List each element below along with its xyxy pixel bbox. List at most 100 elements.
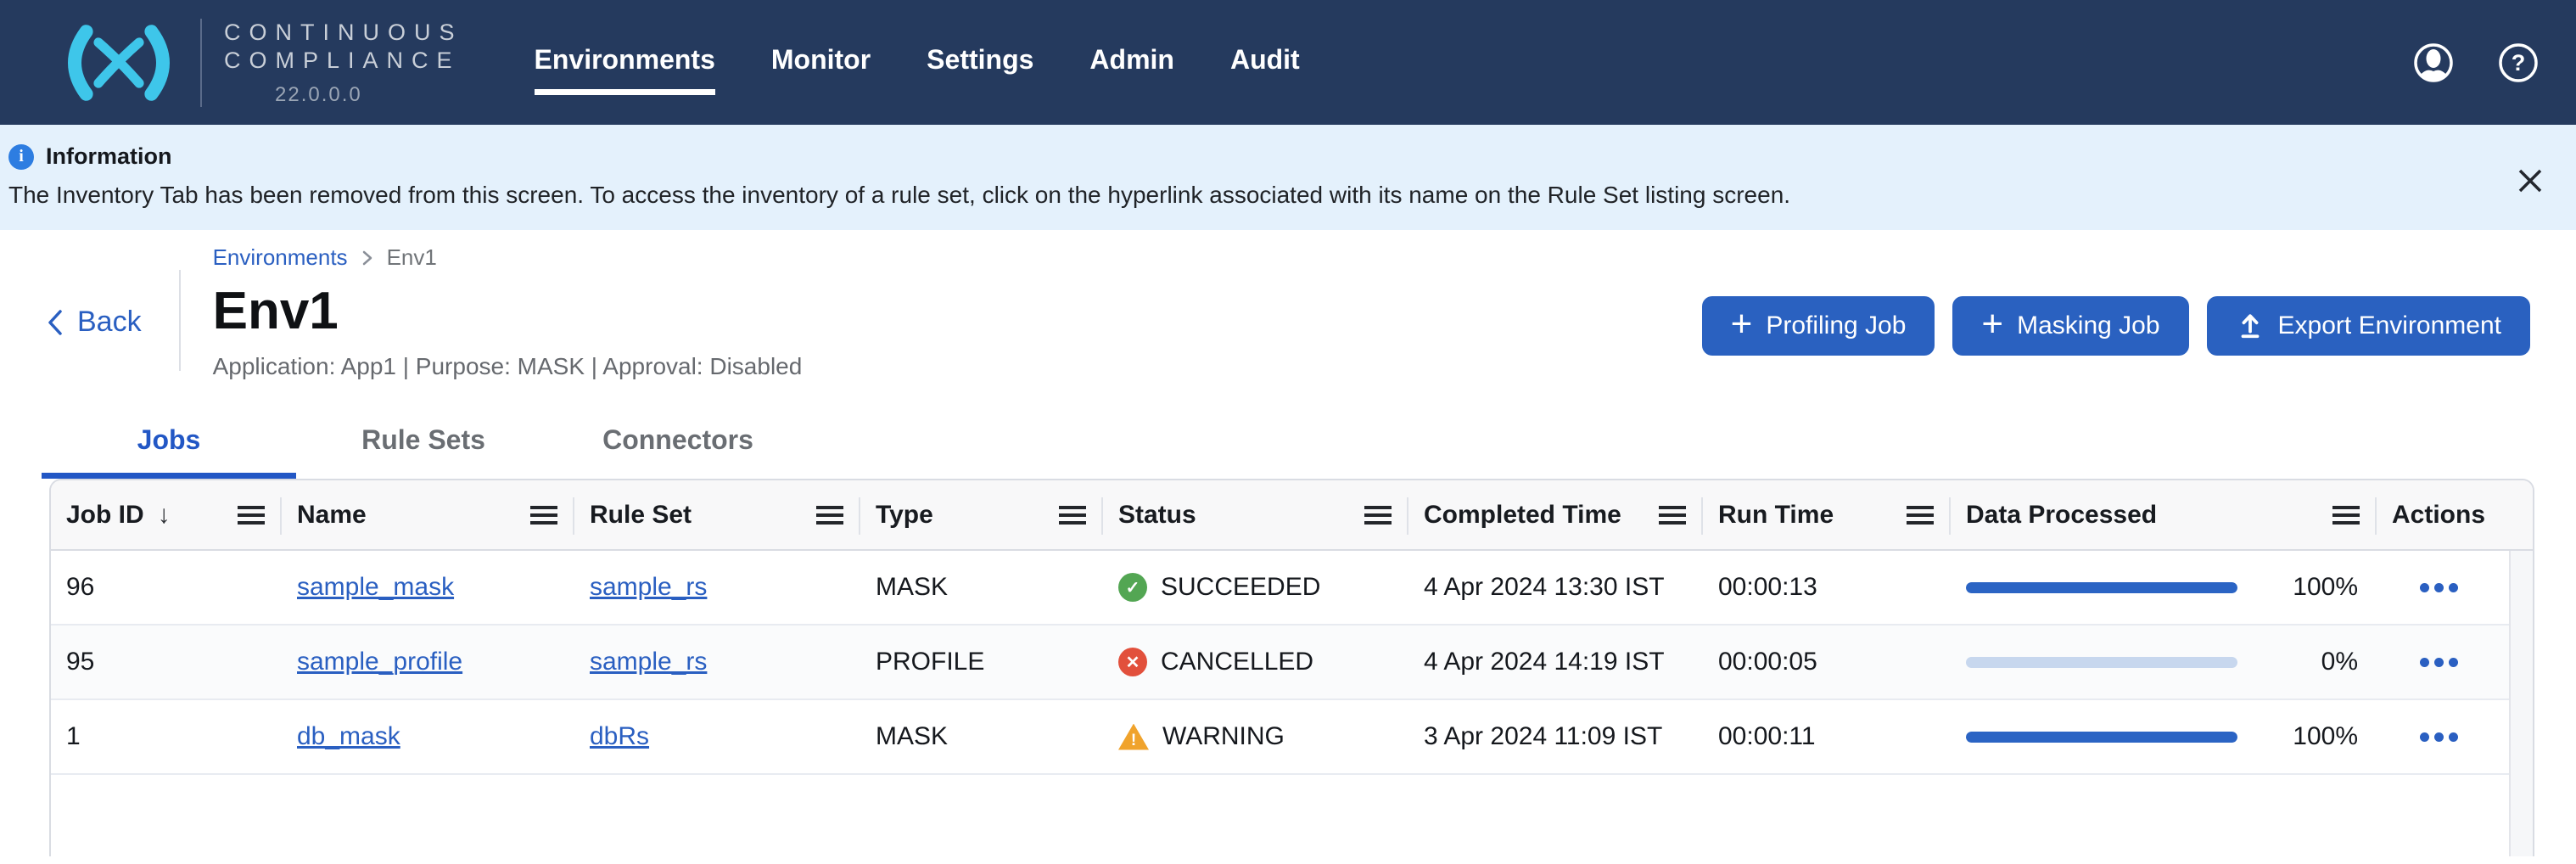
completed-time-cell: 3 Apr 2024 11:09 IST <box>1408 722 1703 751</box>
row-actions-menu-button[interactable] <box>2415 649 2463 676</box>
job-type-cell: MASK <box>860 722 1103 751</box>
job-id-cell: 96 <box>51 573 282 602</box>
version-label: 22.0.0.0 <box>275 83 463 107</box>
table-row: 1 db_mask dbRs MASK ! WARNING 3 Apr 2024… <box>51 700 2509 775</box>
banner-title: Information <box>46 143 172 170</box>
job-type-cell: PROFILE <box>860 648 1103 676</box>
status-cell: ! WARNING <box>1103 722 1408 751</box>
rule-set-link[interactable]: sample_rs <box>590 648 707 676</box>
nav-item-audit[interactable]: Audit <box>1230 44 1300 95</box>
main-nav-menu: Environments Monitor Settings Admin Audi… <box>535 31 1300 95</box>
export-environment-label: Export Environment <box>2278 311 2501 340</box>
column-menu-icon[interactable] <box>1907 506 1934 525</box>
job-name-link[interactable]: sample_mask <box>297 573 454 602</box>
nav-item-environments[interactable]: Environments <box>535 44 715 95</box>
header-divider <box>179 270 181 371</box>
header-action-buttons: + Profiling Job + Masking Job Export Env… <box>1702 296 2530 356</box>
upload-icon <box>2236 311 2265 340</box>
data-processed-cell: 100% <box>1951 722 2377 751</box>
back-label: Back <box>77 306 142 339</box>
tab-rule-sets[interactable]: Rule Sets <box>296 424 551 479</box>
user-avatar-icon[interactable] <box>2413 42 2454 83</box>
info-icon: i <box>8 144 34 170</box>
actions-cell <box>2377 724 2509 750</box>
column-header-run-time[interactable]: Run Time <box>1703 480 1951 549</box>
nav-item-admin[interactable]: Admin <box>1089 44 1174 95</box>
breadcrumb-environments-link[interactable]: Environments <box>213 244 348 271</box>
profiling-job-button[interactable]: + Profiling Job <box>1702 296 1935 356</box>
page-header: Back Environments Env1 Env1 Application:… <box>0 244 2576 380</box>
table-body-rows: 96 sample_mask sample_rs MASK ✓ SUCCEEDE… <box>51 551 2509 856</box>
table-row: 96 sample_mask sample_rs MASK ✓ SUCCEEDE… <box>51 551 2509 626</box>
job-id-cell: 95 <box>51 648 282 676</box>
column-menu-icon[interactable] <box>1364 506 1392 525</box>
column-menu-icon[interactable] <box>1059 506 1086 525</box>
job-type-cell: MASK <box>860 573 1103 602</box>
rule-set-link[interactable]: sample_rs <box>590 573 707 602</box>
sort-desc-icon[interactable]: ↓ <box>158 501 171 530</box>
column-header-rule-set[interactable]: Rule Set <box>574 480 860 549</box>
column-header-data-processed[interactable]: Data Processed <box>1951 480 2377 549</box>
export-environment-button[interactable]: Export Environment <box>2207 296 2530 356</box>
run-time-cell: 00:00:05 <box>1703 648 1951 676</box>
progress-percent-label: 0% <box>2321 648 2377 676</box>
column-header-type[interactable]: Type <box>860 480 1103 549</box>
status-icon: ✓ <box>1118 573 1147 602</box>
brand-text: CONTINUOUS COMPLIANCE 22.0.0.0 <box>224 19 463 107</box>
masking-job-button[interactable]: + Masking Job <box>1952 296 2188 356</box>
table-scrollbar[interactable] <box>2509 551 2533 856</box>
table-row: 95 sample_profile sample_rs PROFILE ✕ CA… <box>51 626 2509 700</box>
breadcrumb: Environments Env1 <box>213 244 803 271</box>
help-icon[interactable]: ? <box>2498 42 2539 83</box>
plus-icon: + <box>1981 306 2003 343</box>
brand-line-1: CONTINUOUS <box>224 19 463 47</box>
job-id-cell: 1 <box>51 722 282 751</box>
chevron-left-icon <box>47 309 64 336</box>
column-menu-icon[interactable] <box>238 506 265 525</box>
data-processed-cell: 100% <box>1951 573 2377 602</box>
column-menu-icon[interactable] <box>1659 506 1686 525</box>
column-menu-icon[interactable] <box>816 506 843 525</box>
completed-time-cell: 4 Apr 2024 13:30 IST <box>1408 573 1703 602</box>
status-cell: ✓ SUCCEEDED <box>1103 573 1408 602</box>
job-name-link[interactable]: db_mask <box>297 722 400 751</box>
env-tabs: Jobs Rule Sets Connectors <box>42 424 2576 479</box>
progress-bar-fill <box>1966 582 2237 593</box>
actions-cell <box>2377 649 2509 676</box>
row-actions-menu-button[interactable] <box>2415 575 2463 601</box>
tab-connectors[interactable]: Connectors <box>551 424 805 479</box>
brand-line-2: COMPLIANCE <box>224 47 463 75</box>
column-menu-icon[interactable] <box>2332 506 2360 525</box>
status-label: CANCELLED <box>1161 648 1313 676</box>
row-actions-menu-button[interactable] <box>2415 724 2463 750</box>
banner-close-icon[interactable] <box>2513 164 2547 198</box>
run-time-cell: 00:00:13 <box>1703 573 1951 602</box>
actions-cell <box>2377 575 2509 601</box>
column-header-name[interactable]: Name <box>282 480 574 549</box>
nav-item-settings[interactable]: Settings <box>927 44 1033 95</box>
nav-item-monitor[interactable]: Monitor <box>771 44 871 95</box>
status-label: WARNING <box>1162 722 1285 751</box>
brand-logo-area: CONTINUOUS COMPLIANCE 22.0.0.0 <box>51 16 463 109</box>
job-name-link[interactable]: sample_profile <box>297 648 462 676</box>
back-button[interactable]: Back <box>47 306 142 339</box>
column-header-job-id[interactable]: Job ID ↓ <box>51 480 282 549</box>
info-banner: i Information The Inventory Tab has been… <box>0 125 2576 230</box>
status-icon: ! <box>1118 724 1149 750</box>
chevron-right-icon <box>361 250 373 266</box>
status-cell: ✕ CANCELLED <box>1103 648 1408 676</box>
column-menu-icon[interactable] <box>530 506 557 525</box>
completed-time-cell: 4 Apr 2024 14:19 IST <box>1408 648 1703 676</box>
top-navbar: CONTINUOUS COMPLIANCE 22.0.0.0 Environme… <box>0 0 2576 125</box>
progress-bar <box>1966 582 2237 593</box>
column-header-completed-time[interactable]: Completed Time <box>1408 480 1703 549</box>
tab-jobs[interactable]: Jobs <box>42 424 296 479</box>
progress-bar <box>1966 657 2237 668</box>
delphix-logo-icon <box>51 16 187 109</box>
svg-text:?: ? <box>2512 50 2526 76</box>
run-time-cell: 00:00:11 <box>1703 722 1951 751</box>
profiling-job-label: Profiling Job <box>1766 311 1906 340</box>
masking-job-label: Masking Job <box>2017 311 2159 340</box>
rule-set-link[interactable]: dbRs <box>590 722 649 751</box>
column-header-status[interactable]: Status <box>1103 480 1408 549</box>
